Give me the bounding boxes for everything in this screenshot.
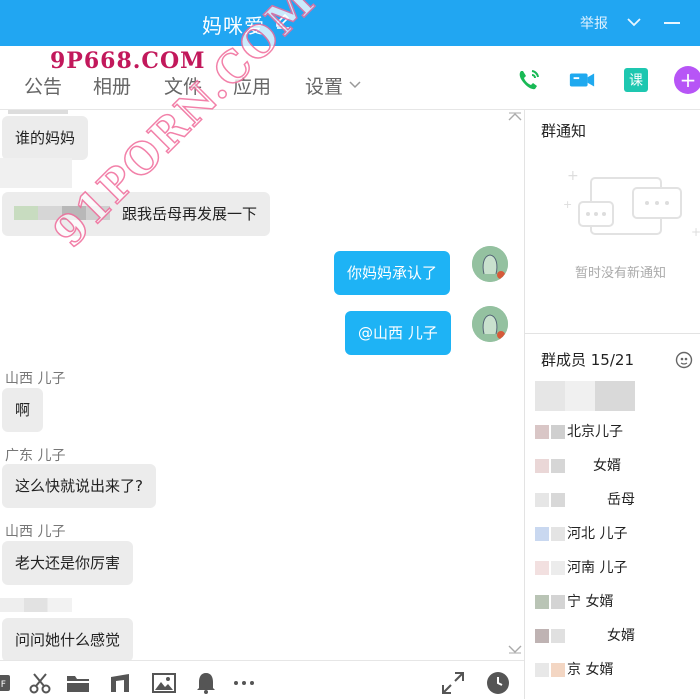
member-avatar xyxy=(535,561,549,575)
svg-text:+: + xyxy=(691,225,700,239)
course-button[interactable]: 课 xyxy=(622,66,650,94)
sender-name-cutoff xyxy=(8,110,68,114)
empty-notice-illustration-icon: + + + xyxy=(563,168,700,239)
member-avatar xyxy=(551,629,565,643)
member-item[interactable]: 女婿 xyxy=(535,626,635,646)
member-settings-icon[interactable] xyxy=(675,351,693,369)
more-apps-button[interactable]: + xyxy=(674,66,700,94)
music-icon[interactable] xyxy=(108,671,132,695)
video-call-button[interactable] xyxy=(568,66,596,94)
member-avatar xyxy=(551,459,565,473)
voice-call-button[interactable] xyxy=(515,66,543,94)
empty-notice-text: 暂时没有新通知 xyxy=(575,266,667,281)
member-name: 女婿 xyxy=(607,628,635,644)
message-bubble[interactable]: 谁的妈妈 xyxy=(2,116,89,160)
plus-icon: + xyxy=(674,66,700,94)
tab-announcement[interactable]: 公告 xyxy=(24,72,62,99)
message-bubble[interactable]: 啊 xyxy=(2,388,44,432)
member-name: 河北 儿子 xyxy=(567,526,628,542)
message-bubble[interactable]: 这么快就说出来了? xyxy=(2,464,156,508)
my-message-bubble[interactable]: 你妈妈承认了 xyxy=(334,251,451,295)
member-name: 岳母 xyxy=(607,492,635,508)
member-item[interactable]: 京 女婿 xyxy=(535,660,613,680)
group-notice-panel: 群通知 + + + 暂时没有新通知 xyxy=(525,110,700,334)
expand-icon[interactable] xyxy=(441,671,465,695)
group-members-panel: 群成员 15/21 北京儿子 女婿 岳母 河北 儿子 河南 儿子 宁 女婿 女婿… xyxy=(525,335,700,699)
avatar-icon xyxy=(472,306,508,342)
pixelated-sender xyxy=(0,598,72,612)
member-avatar xyxy=(535,527,549,541)
tab-settings[interactable]: 设置 xyxy=(305,72,343,99)
member-avatar xyxy=(551,595,565,609)
member-name: 女婿 xyxy=(593,458,621,474)
member-avatar xyxy=(535,493,549,507)
pixelated-member xyxy=(535,381,635,411)
tab-album[interactable]: 相册 xyxy=(93,72,131,99)
sender-name: 山西 儿子 xyxy=(5,371,66,387)
member-name: 宁 女婿 xyxy=(567,594,614,610)
member-name: 北京儿子 xyxy=(567,424,623,440)
my-message-bubble[interactable]: @山西 儿子 xyxy=(345,311,451,355)
member-item[interactable]: 河南 儿子 xyxy=(535,558,627,578)
bell-icon[interactable] xyxy=(194,671,218,695)
member-avatar xyxy=(535,629,549,643)
member-avatar xyxy=(551,663,565,677)
message-bubble[interactable]: 问问她什么感觉 xyxy=(2,618,134,660)
my-avatar[interactable] xyxy=(472,306,508,342)
input-toolbar: IF xyxy=(0,660,524,699)
svg-text:IF: IF xyxy=(0,680,6,690)
member-name: 河南 儿子 xyxy=(567,560,628,576)
chevron-down-icon[interactable] xyxy=(508,644,522,654)
phone-icon xyxy=(519,70,539,90)
my-avatar[interactable] xyxy=(472,246,508,282)
pixelated-avatar xyxy=(0,158,72,188)
member-avatar xyxy=(535,595,549,609)
history-clock-icon[interactable] xyxy=(486,671,510,695)
svg-text:+: + xyxy=(563,198,572,211)
member-avatar xyxy=(551,493,565,507)
member-item[interactable]: 岳母 xyxy=(535,490,635,510)
watermark-top: 9P668.COM xyxy=(50,48,206,74)
message-text: 跟我岳母再发展一下 xyxy=(122,205,258,223)
course-icon: 课 xyxy=(624,68,648,92)
chevron-down-icon[interactable] xyxy=(348,78,362,92)
member-item[interactable]: 女婿 xyxy=(535,456,621,476)
sender-name: 山西 儿子 xyxy=(5,524,66,540)
sender-name: 广东 儿子 xyxy=(5,448,66,464)
member-avatar xyxy=(551,527,565,541)
member-avatar xyxy=(535,459,549,473)
member-item[interactable]: 北京儿子 xyxy=(535,422,623,442)
member-avatar xyxy=(535,425,549,439)
scissors-icon[interactable] xyxy=(28,671,52,695)
group-notice-title: 群通知 xyxy=(541,122,587,140)
member-name: 京 女婿 xyxy=(567,662,614,678)
title-bar: 妈咪爱 举报 xyxy=(0,0,700,46)
folder-icon[interactable] xyxy=(66,671,90,695)
more-icon[interactable] xyxy=(232,671,256,695)
chevron-down-icon[interactable] xyxy=(626,14,642,30)
svg-text:+: + xyxy=(567,168,579,184)
group-members-title: 群成员 15/21 xyxy=(541,351,634,369)
member-avatar xyxy=(551,561,565,575)
member-item[interactable]: 河北 儿子 xyxy=(535,524,627,544)
member-item[interactable]: 宁 女婿 xyxy=(535,592,613,612)
minimize-button[interactable] xyxy=(664,22,680,24)
member-avatar xyxy=(551,425,565,439)
chevron-up-icon[interactable] xyxy=(508,112,522,122)
member-avatar xyxy=(535,663,549,677)
avatar-icon xyxy=(472,246,508,282)
image-icon[interactable] xyxy=(152,671,176,695)
video-camera-icon xyxy=(569,73,595,87)
report-button[interactable]: 举报 xyxy=(580,13,608,33)
gif-icon[interactable]: IF xyxy=(0,671,18,695)
message-bubble[interactable]: 老大还是你厉害 xyxy=(2,541,134,585)
